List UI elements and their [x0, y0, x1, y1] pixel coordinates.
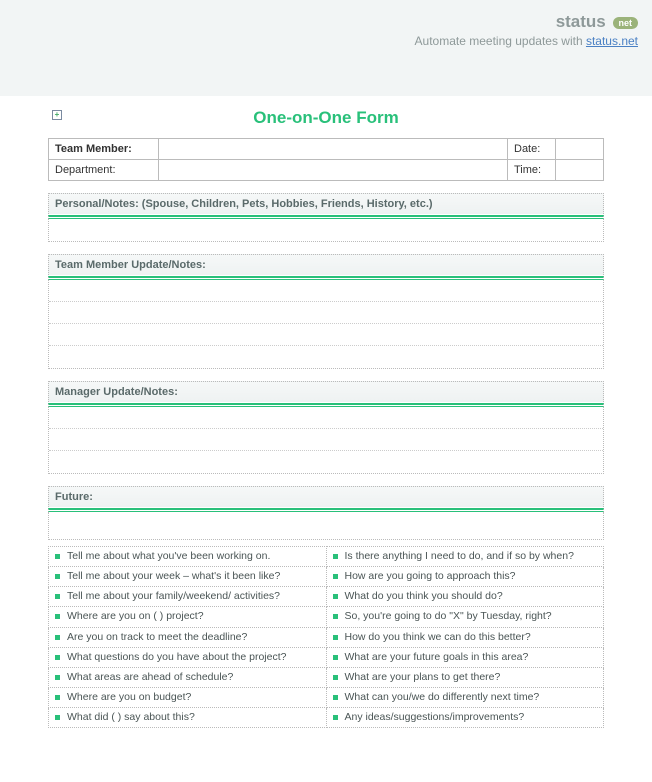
section-personal-header: Personal/Notes: (Spouse, Children, Pets,… [48, 193, 604, 214]
question-cell: What questions do you have about the pro… [49, 647, 327, 667]
section-future-header: Future: [48, 486, 604, 507]
team-member-value[interactable] [159, 139, 508, 160]
tagline: Automate meeting updates with status.net [14, 34, 638, 48]
time-label: Time: [508, 160, 556, 181]
question-cell: Where are you on ( ) project? [49, 607, 327, 627]
department-value[interactable] [159, 160, 508, 181]
date-value[interactable] [556, 139, 604, 160]
question-cell: Are you on track to meet the deadline? [49, 627, 327, 647]
table-anchor-icon[interactable] [52, 110, 62, 120]
question-cell: So, you're going to do "X" by Tuesday, r… [326, 607, 604, 627]
team-member-label: Team Member: [49, 139, 159, 160]
question-cell: How do you think we can do this better? [326, 627, 604, 647]
page-title: One-on-One Form [48, 108, 604, 128]
tagline-prefix: Automate meeting updates with [415, 34, 586, 48]
logo-text: status [556, 12, 606, 31]
department-label: Department: [49, 160, 159, 181]
logo-badge: net [613, 17, 639, 29]
time-value[interactable] [556, 160, 604, 181]
team-update-notes-box[interactable] [48, 280, 604, 369]
question-cell: Tell me about what you've been working o… [49, 547, 327, 567]
question-cell: Tell me about your week – what's it been… [49, 567, 327, 587]
manager-update-notes-box[interactable] [48, 407, 604, 474]
question-cell: What are your plans to get there? [326, 667, 604, 687]
question-cell: Is there anything I need to do, and if s… [326, 547, 604, 567]
section-manager-update-header: Manager Update/Notes: [48, 381, 604, 402]
logo: status net [14, 12, 638, 32]
question-cell: Where are you on budget? [49, 687, 327, 707]
question-cell: What did ( ) say about this? [49, 708, 327, 728]
question-cell: What are your future goals in this area? [326, 647, 604, 667]
question-cell: What do you think you should do? [326, 587, 604, 607]
question-cell: What can you/we do differently next time… [326, 687, 604, 707]
question-cell: Tell me about your family/weekend/ activ… [49, 587, 327, 607]
question-cell: What areas are ahead of schedule? [49, 667, 327, 687]
question-cell: How are you going to approach this? [326, 567, 604, 587]
page-body: One-on-One Form Team Member: Date: Depar… [0, 108, 652, 748]
tagline-link[interactable]: status.net [586, 34, 638, 48]
top-banner: status net Automate meeting updates with… [0, 0, 652, 96]
question-cell: Any ideas/suggestions/improvements? [326, 708, 604, 728]
meta-table: Team Member: Date: Department: Time: [48, 138, 604, 181]
questions-table: Tell me about what you've been working o… [48, 546, 604, 728]
future-spacer[interactable] [48, 512, 604, 540]
date-label: Date: [508, 139, 556, 160]
section-team-update-header: Team Member Update/Notes: [48, 254, 604, 275]
personal-notes-box[interactable] [48, 219, 604, 242]
